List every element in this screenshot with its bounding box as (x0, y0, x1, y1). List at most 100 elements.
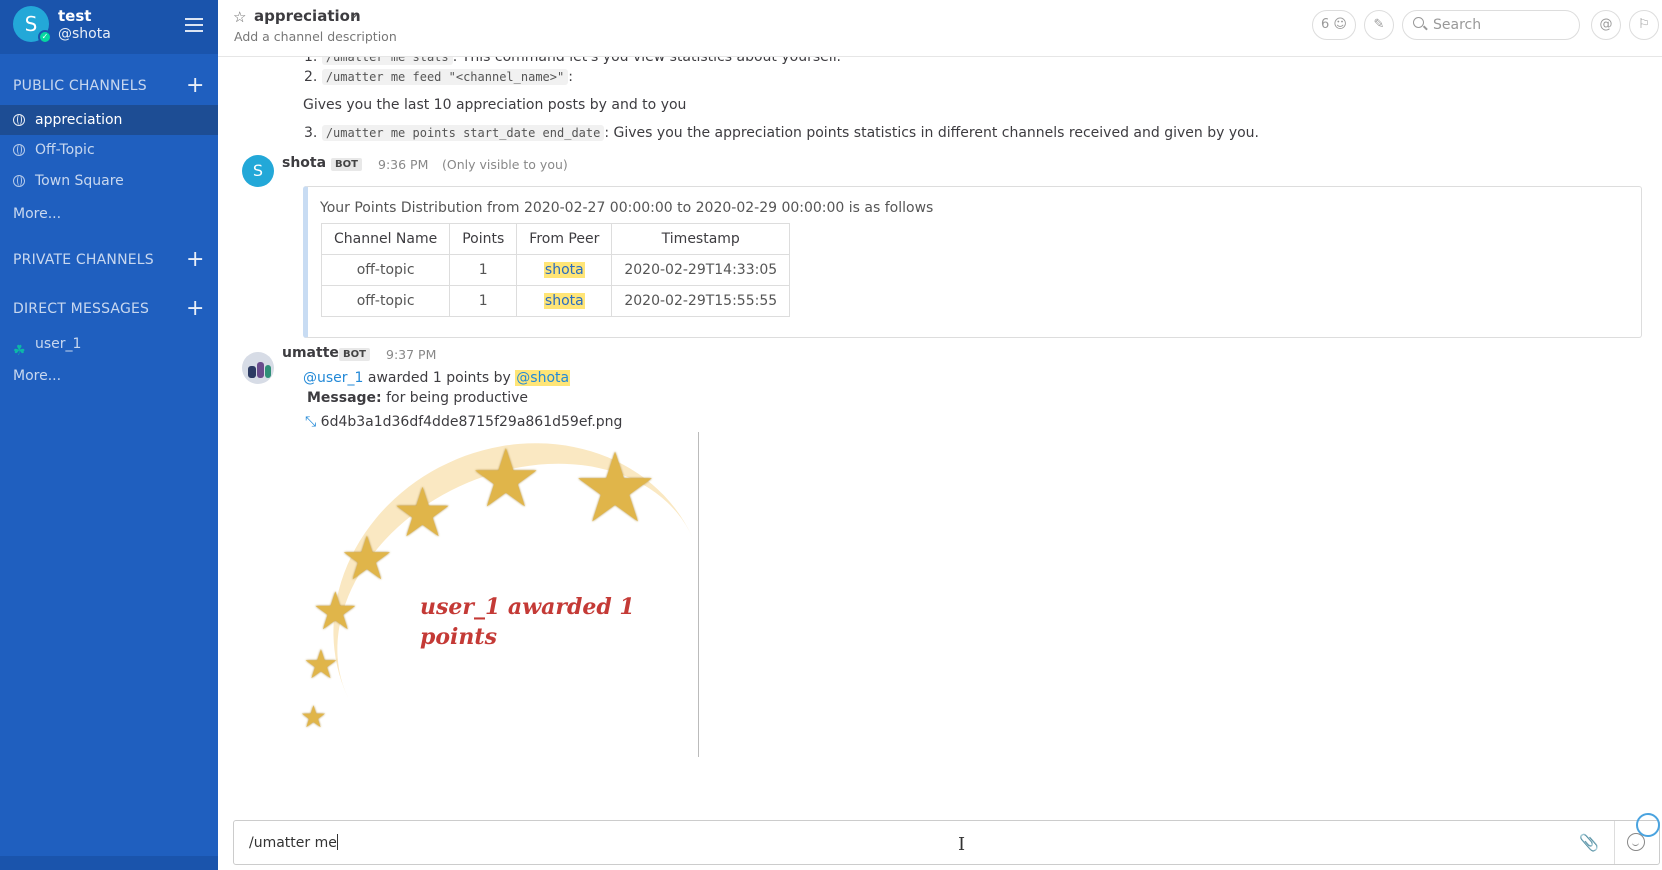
pinned-messages-button[interactable]: ✎ (1364, 10, 1394, 40)
user-mention[interactable]: @user_1 (303, 370, 363, 386)
list-number: 1. (304, 57, 318, 65)
code-snippet: /umatter me stats (321, 57, 453, 65)
message-composer[interactable]: /umatter me 📎 (233, 820, 1660, 865)
table-cell: off-topic (320, 285, 451, 317)
composer-input[interactable]: /umatter me (249, 834, 338, 851)
table-cell: shota (516, 254, 613, 286)
member-icon: ☺ (1333, 17, 1347, 32)
help-text: : This command let's you view statistics… (452, 57, 841, 65)
search-icon (1413, 17, 1424, 28)
help-text: : Gives you the appreciation points stat… (604, 125, 1260, 141)
chevron-down-icon[interactable]: ⌄ (348, 6, 360, 22)
post-author[interactable]: umatter (282, 345, 346, 361)
attachment-icon[interactable]: 📎 (1579, 833, 1599, 852)
help-feed-description: Gives you the last 10 appreciation posts… (303, 97, 687, 113)
star-icon: ★ (392, 474, 453, 553)
sidebar-footer (0, 856, 218, 870)
message-text: for being productive (386, 390, 529, 406)
avatar[interactable] (242, 352, 274, 384)
direct-more-link[interactable]: More... (13, 368, 61, 384)
code-snippet: /umatter me feed "<channel_name>" (321, 69, 569, 85)
private-channels-title: PRIVATE CHANNELS (13, 252, 154, 268)
image-text-line: user_1 awarded 1 (420, 594, 635, 620)
channel-header: ☆ appreciation ⌄ Add a channel descripti… (218, 0, 1662, 57)
table-cell: 2020-02-29T15:55:55 (611, 285, 791, 317)
table-cell: 1 (449, 285, 518, 317)
column-header: Points (449, 223, 518, 255)
composer-divider (1614, 821, 1615, 864)
column-header: From Peer (516, 223, 613, 255)
flagged-posts-button[interactable]: ⚐ (1629, 10, 1659, 40)
search-box[interactable] (1402, 10, 1580, 40)
column-header: Channel Name (320, 223, 451, 255)
public-more-link[interactable]: More... (13, 206, 61, 222)
message-list[interactable]: 1. /umatter me stats: This command let's… (218, 57, 1662, 802)
channel-description[interactable]: Add a channel description (234, 29, 397, 44)
points-attachment: Your Points Distribution from 2020-02-27… (303, 186, 1642, 338)
public-channels-title: PUBLIC CHANNELS (13, 78, 147, 94)
app-window: S ✓ test @shota PUBLIC CHANNELS + apprec… (0, 0, 1662, 870)
help-item-points: 3. /umatter me points start_date end_dat… (304, 125, 1259, 141)
file-name[interactable]: 6d4b3a1d36df4dde8715f29a861d59ef.png (321, 414, 623, 430)
sidebar-item-town-square[interactable]: Town Square (0, 166, 218, 196)
post-author[interactable]: shota (282, 155, 326, 171)
award-text: awarded 1 points by (367, 370, 511, 386)
main-menu-icon[interactable] (185, 18, 203, 32)
image-edge (698, 432, 699, 757)
post-time[interactable]: 9:37 PM (386, 347, 436, 362)
award-image[interactable]: ★ ★ ★ ★ ★ ★ ★ user_1 awarded 1 points (275, 382, 765, 802)
text-cursor-icon: I (958, 834, 966, 855)
flag-icon: ⚐ (1638, 17, 1650, 32)
table-row: off-topic 1 shota 2020-02-29T15:55:55 (320, 285, 791, 317)
table-row: off-topic 1 shota 2020-02-29T14:33:05 (320, 254, 791, 286)
globe-icon (13, 175, 25, 187)
avatar[interactable]: S (242, 155, 274, 187)
table-cell: 1 (449, 254, 518, 286)
user-mention[interactable]: @shota (515, 370, 571, 386)
sidebar: S ✓ test @shota PUBLIC CHANNELS + apprec… (0, 0, 218, 870)
recent-mentions-button[interactable]: @ (1591, 10, 1621, 40)
team-name: test (58, 7, 92, 25)
sidebar-item-appreciation[interactable]: appreciation (0, 105, 218, 135)
sidebar-item-off-topic[interactable]: Off-Topic (0, 135, 218, 165)
image-text-line: points (420, 624, 497, 650)
peer-mention[interactable]: shota (543, 293, 585, 309)
file-link[interactable]: ⤡ 6d4b3a1d36df4dde8715f29a861d59ef.png (305, 414, 622, 430)
table-header-row: Channel Name Points From Peer Timestamp (320, 223, 791, 255)
star-icon: ★ (303, 642, 339, 688)
help-text: : (568, 69, 573, 85)
collapse-image-icon[interactable]: ⤡ (305, 414, 316, 430)
bot-tag: BOT (339, 348, 370, 361)
channel-title[interactable]: appreciation (254, 7, 361, 25)
peer-mention[interactable]: shota (543, 262, 585, 278)
post-time[interactable]: 9:36 PM (378, 157, 428, 172)
sidebar-item-user-1[interactable]: ☘ user_1 (0, 329, 218, 359)
favorite-star-icon[interactable]: ☆ (233, 8, 246, 26)
member-count-button[interactable]: 6 ☺ (1312, 10, 1356, 40)
sidebar-item-label: appreciation (35, 112, 123, 128)
sidebar-item-label: Town Square (35, 173, 124, 189)
award-message: Message: for being productive (307, 390, 528, 406)
code-snippet: /umatter me points start_date end_date (321, 125, 605, 141)
add-private-channel-icon[interactable]: + (186, 249, 204, 271)
points-table: Channel Name Points From Peer Timestamp … (320, 223, 791, 317)
member-count: 6 (1321, 17, 1330, 32)
loading-ring-icon (1636, 813, 1660, 837)
bot-tag: BOT (331, 158, 362, 171)
star-icon: ★ (470, 432, 542, 525)
column-header: Timestamp (611, 223, 791, 255)
user-handle: @shota (58, 26, 111, 42)
list-number: 3. (304, 125, 318, 141)
add-direct-message-icon[interactable]: + (186, 298, 204, 320)
add-public-channel-icon[interactable]: + (186, 75, 204, 97)
sidebar-header[interactable]: S ✓ test @shota (0, 0, 218, 54)
search-input[interactable] (1433, 16, 1573, 34)
award-line: @user_1 awarded 1 points by @shota (303, 370, 571, 386)
globe-icon (13, 114, 25, 126)
visibility-note: (Only visible to you) (442, 157, 568, 172)
sidebar-item-label: user_1 (35, 336, 82, 352)
help-item-stats: 1. /umatter me stats: This command let's… (304, 57, 841, 65)
list-number: 2. (304, 69, 318, 85)
sidebar-item-label: Off-Topic (35, 142, 95, 158)
star-icon: ★ (340, 524, 394, 594)
